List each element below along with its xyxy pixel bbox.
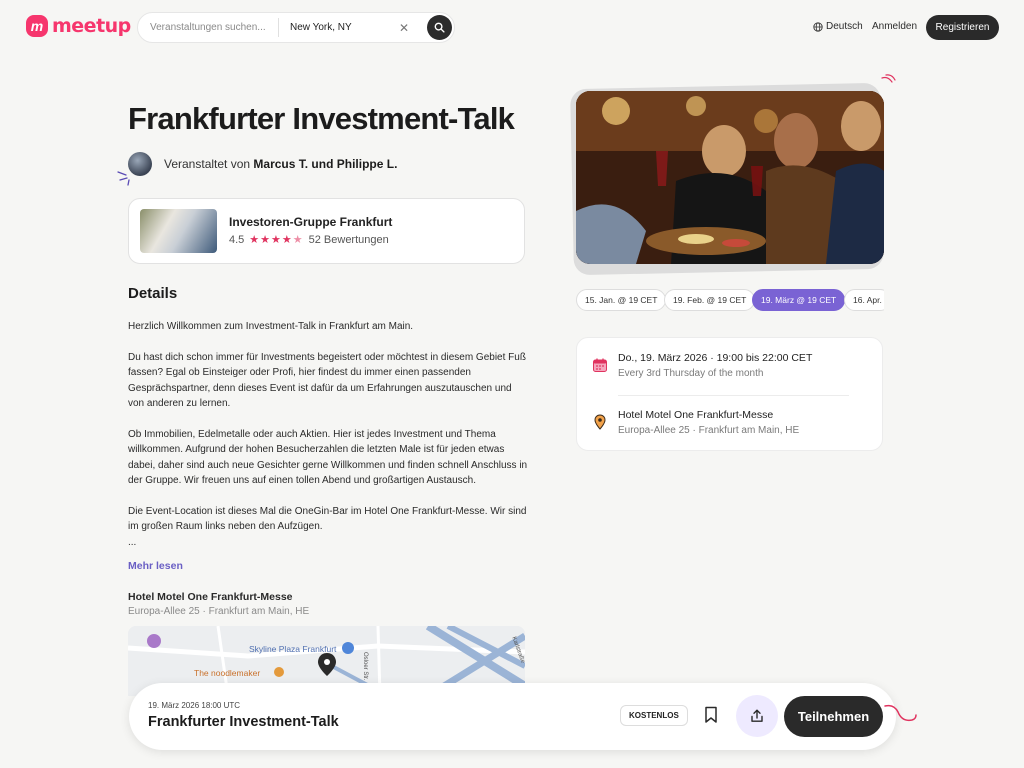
language-label: Deutsch [826, 21, 863, 32]
date-chip[interactable]: 19. Feb. @ 19 CET [664, 289, 756, 311]
event-photo-graphic [576, 91, 884, 264]
search-icon [434, 22, 445, 33]
decorative-squiggle-icon [884, 704, 917, 722]
event-title: Frankfurter Investment-Talk [128, 101, 515, 136]
search-button[interactable] [427, 15, 452, 40]
rating-value: 4.5 [229, 233, 245, 246]
top-header: m meetup Veranstaltungen suchen... New Y… [0, 0, 1024, 56]
date-chip[interactable]: 16. Apr. [844, 289, 884, 311]
sticky-attend-bar: 19. März 2026 18:00 UTC Frankfurter Inve… [129, 683, 896, 750]
host-names[interactable]: Marcus T. und Philippe L. [253, 157, 397, 171]
info-venue-address: Europa-Allee 25 · Frankfurt am Main, HE [618, 425, 800, 436]
description-paragraph: Ob Immobilien, Edelmetalle oder auch Akt… [128, 428, 528, 487]
group-name: Investoren-Gruppe Frankfurt [229, 215, 393, 229]
search-input[interactable]: Veranstaltungen suchen... [138, 22, 278, 33]
location-pin-icon [594, 414, 606, 430]
group-card[interactable]: Investoren-Gruppe Frankfurt 4.5 ★★★★★ 52… [128, 198, 525, 264]
register-button[interactable]: Registrieren [926, 15, 999, 40]
attend-button[interactable]: Teilnehmen [784, 696, 883, 737]
description-paragraph: Du hast dich schon immer für Investments… [128, 351, 526, 410]
language-selector[interactable]: Deutsch [813, 21, 863, 32]
bookmark-icon[interactable] [704, 706, 718, 724]
hosted-by-prefix: Veranstaltet von [164, 157, 251, 171]
event-date-time: Do., 19. März 2026 · 19:00 bis 22:00 CET [618, 352, 813, 364]
date-selector: 15. Jan. @ 19 CET 19. Feb. @ 19 CET 19. … [576, 289, 884, 311]
venue-address: Europa-Allee 25 · Frankfurt am Main, HE [128, 606, 310, 617]
bottom-bar-date: 19. März 2026 18:00 UTC [148, 701, 241, 710]
globe-icon [813, 21, 823, 32]
host-text: Veranstaltet von Marcus T. und Philippe … [164, 157, 397, 171]
price-badge: KOSTENLOS [620, 705, 688, 726]
share-button[interactable] [736, 695, 778, 737]
date-chip[interactable]: 15. Jan. @ 19 CET [576, 289, 667, 311]
calendar-icon [593, 358, 607, 372]
meetup-logo[interactable]: m meetup [26, 15, 131, 37]
share-icon [751, 709, 763, 722]
logo-text: meetup [52, 15, 131, 37]
event-info-card: Do., 19. März 2026 · 19:00 bis 22:00 CET… [576, 337, 883, 451]
login-link[interactable]: Anmelden [872, 21, 917, 32]
event-photo[interactable] [576, 91, 884, 264]
search-bar: Veranstaltungen suchen... New York, NY ✕ [137, 12, 455, 43]
review-count: 52 Bewertungen [308, 233, 389, 246]
read-more-link[interactable]: Mehr lesen [128, 560, 183, 572]
meetup-logo-mark-icon: m [26, 15, 48, 37]
group-rating: 4.5 ★★★★★ 52 Bewertungen [229, 233, 389, 247]
date-chip-selected[interactable]: 19. März @ 19 CET [752, 289, 846, 311]
map-label-noodle: The noodlemaker [194, 668, 261, 678]
star-rating-icon: ★★★★★ [249, 234, 304, 246]
map-label-street1: Osloer Str. [362, 652, 368, 681]
description-ellipsis: ... [128, 536, 137, 548]
map-label-plaza: Skyline Plaza Frankfurt [249, 644, 337, 654]
description-paragraph: Die Event-Location ist dieses Mal die On… [128, 505, 527, 533]
location-input[interactable]: New York, NY [279, 22, 397, 33]
info-divider [618, 395, 849, 396]
group-image [140, 209, 217, 253]
event-recurrence: Every 3rd Thursday of the month [618, 368, 764, 379]
decorative-lines-icon [881, 74, 896, 83]
venue-name: Hotel Motel One Frankfurt-Messe [128, 591, 293, 603]
event-description: Herzlich Willkommen zum Investment-Talk … [128, 319, 528, 565]
description-paragraph: Herzlich Willkommen zum Investment-Talk … [128, 321, 414, 332]
bottom-bar-title: Frankfurter Investment-Talk [148, 714, 339, 730]
host-avatar[interactable] [128, 152, 152, 176]
info-venue-name[interactable]: Hotel Motel One Frankfurt-Messe [618, 409, 773, 421]
clear-location-icon[interactable]: ✕ [397, 21, 411, 35]
host-line: Veranstaltet von Marcus T. und Philippe … [128, 152, 397, 176]
details-heading: Details [128, 285, 178, 302]
